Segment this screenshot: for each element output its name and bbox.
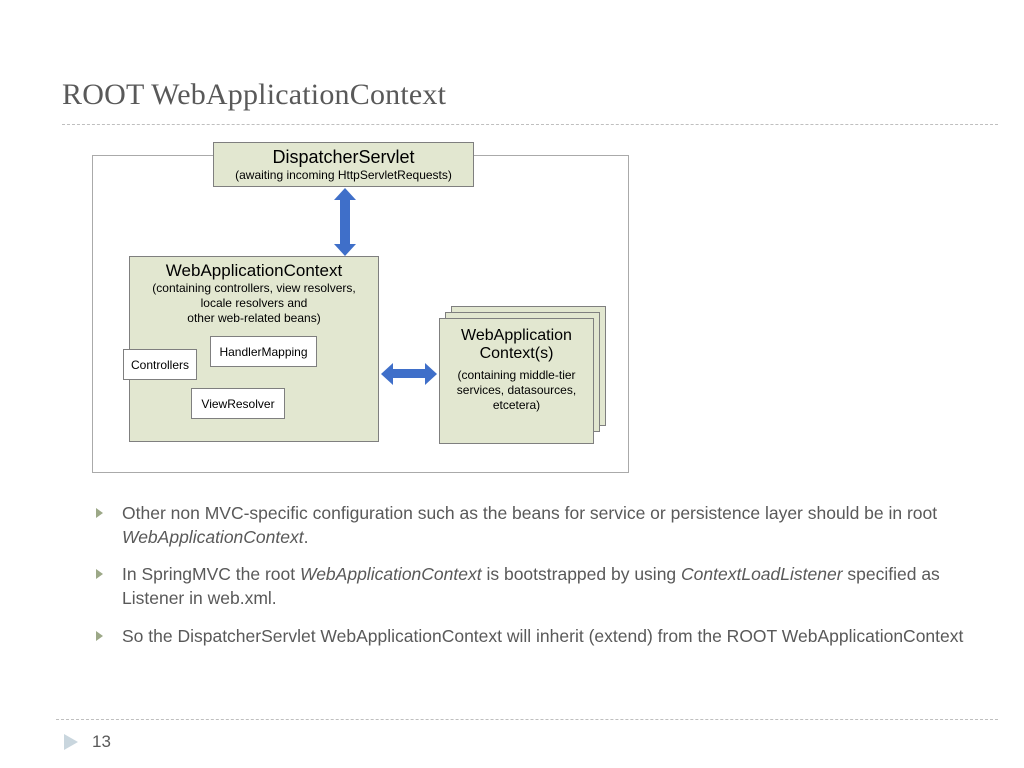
stack-card-front: WebApplication Context(s) (containing mi… xyxy=(439,318,594,444)
bullet-item: So the DispatcherServlet WebApplicationC… xyxy=(94,625,994,649)
page-arrow-icon xyxy=(64,734,78,750)
controllers-box: Controllers xyxy=(123,349,197,380)
dispatcher-box: DispatcherServlet (awaiting incoming Htt… xyxy=(213,142,474,187)
webappcontext-title: WebApplicationContext xyxy=(130,257,378,281)
bullet-arrow-icon xyxy=(96,569,103,579)
bullet-italic: WebApplicationContext xyxy=(122,527,304,547)
handlermapping-label: HandlerMapping xyxy=(219,345,307,359)
bullet-item: In SpringMVC the root WebApplicationCont… xyxy=(94,563,994,610)
bullet-item: Other non MVC-specific configuration suc… xyxy=(94,502,994,549)
stack-sub: (containing middle-tier services, dataso… xyxy=(440,368,593,413)
page-number: 13 xyxy=(92,732,111,752)
bullet-list: Other non MVC-specific configuration suc… xyxy=(94,502,994,662)
vertical-arrow xyxy=(340,198,350,246)
bullet-arrow-icon xyxy=(96,508,103,518)
bullet-italic: ContextLoadListener xyxy=(681,564,843,584)
stack-title: WebApplication Context(s) xyxy=(440,319,593,364)
dispatcher-title: DispatcherServlet xyxy=(214,143,473,168)
handlermapping-box: HandlerMapping xyxy=(210,336,317,367)
bullet-text: In SpringMVC the root xyxy=(122,564,300,584)
bullet-arrow-icon xyxy=(96,631,103,641)
bullet-text: is bootstrapped by using xyxy=(482,564,681,584)
viewresolver-box: ViewResolver xyxy=(191,388,285,419)
webappcontext-sub: (containing controllers, view resolvers,… xyxy=(130,281,378,326)
title-divider xyxy=(62,124,998,125)
controllers-label: Controllers xyxy=(131,358,189,372)
slide: ROOT WebApplicationContext DispatcherSer… xyxy=(0,0,1024,768)
footer-divider xyxy=(56,719,998,720)
dispatcher-sub: (awaiting incoming HttpServletRequests) xyxy=(214,168,473,183)
bullet-text: Other non MVC-specific configuration suc… xyxy=(122,503,937,523)
architecture-diagram: DispatcherServlet (awaiting incoming Htt… xyxy=(92,155,629,473)
bullet-text: . xyxy=(304,527,309,547)
viewresolver-label: ViewResolver xyxy=(201,397,274,411)
slide-title: ROOT WebApplicationContext xyxy=(62,78,446,112)
bullet-text: So the DispatcherServlet WebApplicationC… xyxy=(122,626,963,646)
bullet-italic: WebApplicationContext xyxy=(300,564,482,584)
horizontal-arrow xyxy=(391,369,427,378)
